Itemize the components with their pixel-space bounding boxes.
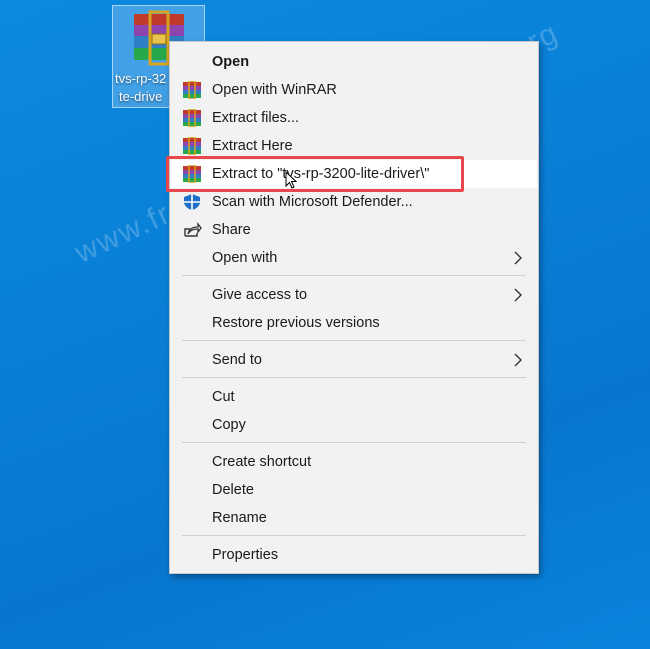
context-menu: Open Open with WinRAR Extract files... E… [169,41,539,574]
winrar-icon [183,137,201,155]
winrar-icon [183,81,201,99]
menu-item-create-shortcut[interactable]: Create shortcut [171,448,537,476]
share-icon [184,222,202,237]
menu-separator [182,275,526,276]
menu-item-label: Open [212,54,250,70]
menu-item-label: Extract files... [212,110,300,126]
highlight-box [166,156,464,192]
mouse-cursor-icon [285,171,297,189]
menu-item-label: Give access to [212,287,308,303]
menu-item-extract-files[interactable]: Extract files... [171,104,537,132]
chevron-right-icon [514,353,522,367]
menu-item-label: Restore previous versions [212,315,380,331]
menu-item-label: Properties [212,547,279,563]
menu-separator [182,377,526,378]
menu-item-label: Open with WinRAR [212,82,337,98]
menu-item-rename[interactable]: Rename [171,504,537,532]
winrar-icon [183,109,201,127]
desktop: tvs-rp-32 te-drive www.freeprinterdriver… [0,0,650,649]
chevron-right-icon [514,288,522,302]
menu-item-delete[interactable]: Delete [171,476,537,504]
menu-item-label: Create shortcut [212,454,312,470]
menu-separator [182,535,526,536]
menu-item-label: Copy [212,417,246,433]
menu-item-label: Cut [212,389,235,405]
menu-item-label: Scan with Microsoft Defender... [212,194,413,210]
menu-item-copy[interactable]: Copy [171,411,537,439]
menu-item-scan-defender[interactable]: Scan with Microsoft Defender... [171,188,537,216]
menu-item-label: Extract Here [212,138,293,154]
menu-item-open-with[interactable]: Open with [171,244,537,272]
menu-separator [182,340,526,341]
menu-item-share[interactable]: Share [171,216,537,244]
menu-item-label: Rename [212,510,267,526]
chevron-right-icon [514,251,522,265]
defender-shield-icon [184,194,200,210]
menu-item-label: Share [212,222,251,238]
menu-item-cut[interactable]: Cut [171,383,537,411]
menu-item-restore-versions[interactable]: Restore previous versions [171,309,537,337]
menu-item-label: Send to [212,352,262,368]
menu-item-open-with-winrar[interactable]: Open with WinRAR [171,76,537,104]
menu-item-properties[interactable]: Properties [171,541,537,569]
menu-item-give-access[interactable]: Give access to [171,281,537,309]
menu-item-send-to[interactable]: Send to [171,346,537,374]
menu-item-open[interactable]: Open [171,48,537,76]
menu-item-label: Open with [212,250,278,266]
menu-separator [182,442,526,443]
menu-item-label: Delete [212,482,254,498]
